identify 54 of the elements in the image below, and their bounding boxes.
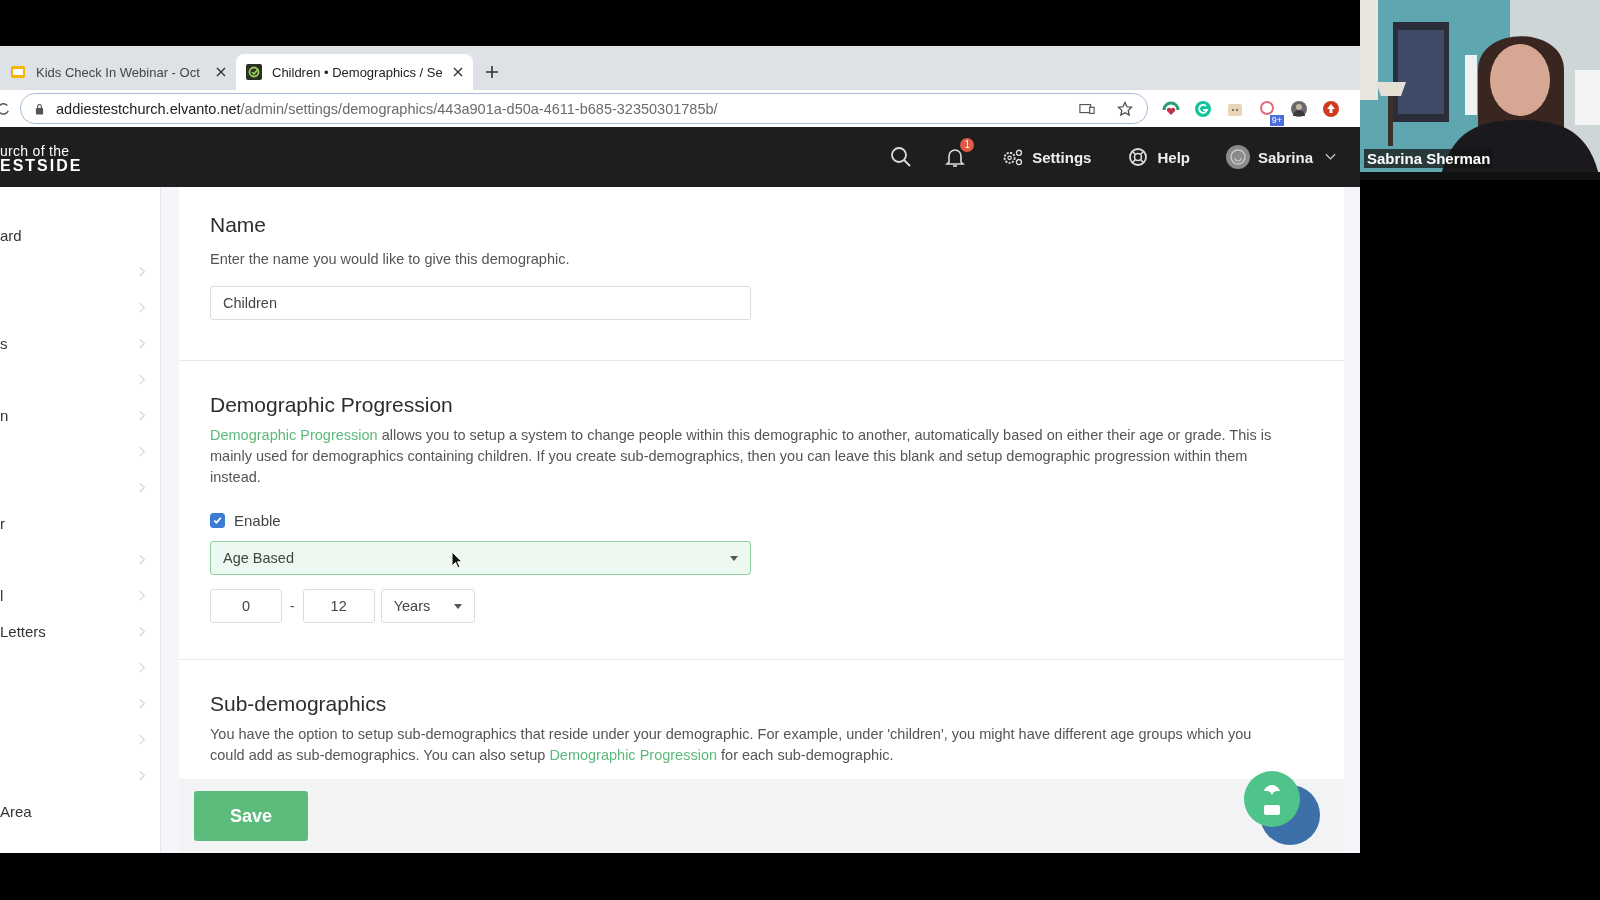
help-button[interactable]: Help xyxy=(1127,146,1190,168)
caret-icon xyxy=(730,555,738,561)
checkmark-icon xyxy=(212,515,223,526)
close-icon[interactable] xyxy=(452,67,463,77)
sidebar-item[interactable]: l xyxy=(0,586,4,604)
upload-extension-icon[interactable] xyxy=(1322,99,1340,118)
mouse-cursor-icon xyxy=(451,551,463,569)
avatar-icon xyxy=(1225,145,1250,169)
sidebar-item[interactable]: Area xyxy=(0,802,32,820)
church-logo[interactable]: urch of the ESTSIDE xyxy=(0,144,83,174)
extension-badge: 9+ xyxy=(1269,114,1284,126)
participant-name: Sabrina Sherman xyxy=(1364,149,1494,168)
lock-icon xyxy=(35,102,44,115)
lifebuoy-icon xyxy=(1127,146,1150,168)
section-heading: Name xyxy=(210,212,268,238)
address-bar[interactable]: addiestestchurch.elvanto.net/admin/settings/demographics/443a901a-d50a-4611-b685-32350301785b/ xyxy=(20,93,1148,124)
section-heading: Demographic Progression xyxy=(210,392,454,418)
bell-icon[interactable] xyxy=(944,146,967,168)
star-icon[interactable] xyxy=(1117,100,1133,117)
section-description: You have the option to setup sub-demographics that reside under your demographic. For example, under 'children', you might have different age groups which you could add as sub-demographics. You can also setup Demographic Progression for each sub-demographic. xyxy=(210,725,1253,765)
heart-extension-icon[interactable] xyxy=(1162,99,1180,118)
sidebar-item[interactable]: r xyxy=(0,514,5,532)
sidebar-item[interactable]: Letters xyxy=(0,622,46,640)
section-description: Enter the name you would like to give this demographic. xyxy=(210,250,571,269)
caret-icon xyxy=(453,603,462,609)
unit-select[interactable]: Years xyxy=(380,589,475,623)
sidebar-item[interactable]: n xyxy=(0,406,9,424)
browser-tab[interactable]: Children • Demographics / Se xyxy=(236,54,473,90)
chevron-down-icon xyxy=(1325,153,1336,161)
reload-icon[interactable] xyxy=(0,100,10,117)
progression-type-select[interactable]: Age Based xyxy=(210,541,751,575)
notification-badge: 1 xyxy=(960,138,975,152)
search-icon[interactable] xyxy=(890,146,913,168)
section-heading: Sub-demographics xyxy=(210,691,388,717)
url-text: addiestestchurch.elvanto.net/admin/settings/demographics/443a901a-d50a-4611-b685-32350301785b/ xyxy=(56,100,719,117)
sidebar-item[interactable]: s xyxy=(0,334,8,352)
profile-avatar-icon[interactable] xyxy=(1290,99,1308,118)
checkbox-label: Enable xyxy=(234,512,281,529)
browser-tab[interactable]: Kids Check In Webinar - Oct xyxy=(0,54,236,90)
check-logo-icon xyxy=(246,64,262,80)
name-field[interactable]: Children xyxy=(210,286,751,320)
user-menu[interactable]: Sabrina xyxy=(1225,145,1336,169)
close-icon[interactable] xyxy=(216,67,226,77)
range-separator: - xyxy=(290,598,295,614)
new-tab-icon[interactable] xyxy=(484,65,499,79)
settings-button[interactable]: Settings xyxy=(1002,146,1092,168)
grammar-extension-icon[interactable] xyxy=(1194,99,1212,118)
slides-icon xyxy=(10,64,26,80)
section-description: Demographic Progression allows you to setup a system to change people within this demographic to another, automatically based on either their age or grade. This is mainly used for demographics containing children. If you create sub-demographics, then you can leave this blank and setup demographic progression within them instead. xyxy=(210,426,1273,487)
enable-checkbox[interactable] xyxy=(210,513,225,528)
sidebar-item[interactable]: ard xyxy=(0,226,22,244)
to-age-field[interactable]: 12 xyxy=(302,589,375,623)
cloud-extension-icon[interactable] xyxy=(1258,99,1276,118)
from-age-field[interactable]: 0 xyxy=(210,589,282,623)
